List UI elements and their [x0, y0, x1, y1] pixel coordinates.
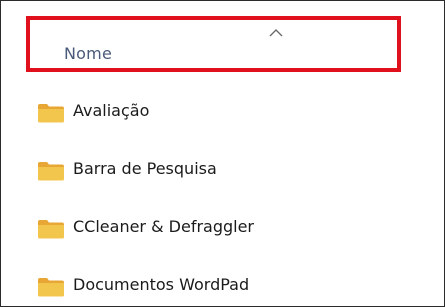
folder-icon [38, 278, 64, 297]
list-item[interactable]: Avaliação [1, 94, 444, 128]
list-item-label: Documentos WordPad [73, 275, 250, 294]
folder-icon [38, 104, 64, 123]
folder-icon [38, 162, 64, 181]
folder-icon [38, 220, 64, 239]
list-item[interactable]: CCleaner & Defraggler [1, 210, 444, 244]
column-header-name[interactable]: Nome [26, 16, 401, 72]
column-header-label: Nome [64, 44, 112, 63]
list-item[interactable]: Barra de Pesquisa [1, 152, 444, 186]
sort-ascending-icon [269, 29, 283, 37]
list-item-label: Avaliação [73, 101, 150, 120]
file-list-pane: Nome Avaliação Barra de Pesquisa CCleane… [0, 0, 445, 307]
list-item-label: Barra de Pesquisa [73, 159, 217, 178]
list-item-label: CCleaner & Defraggler [73, 217, 255, 236]
list-item[interactable]: Documentos WordPad [1, 268, 444, 302]
